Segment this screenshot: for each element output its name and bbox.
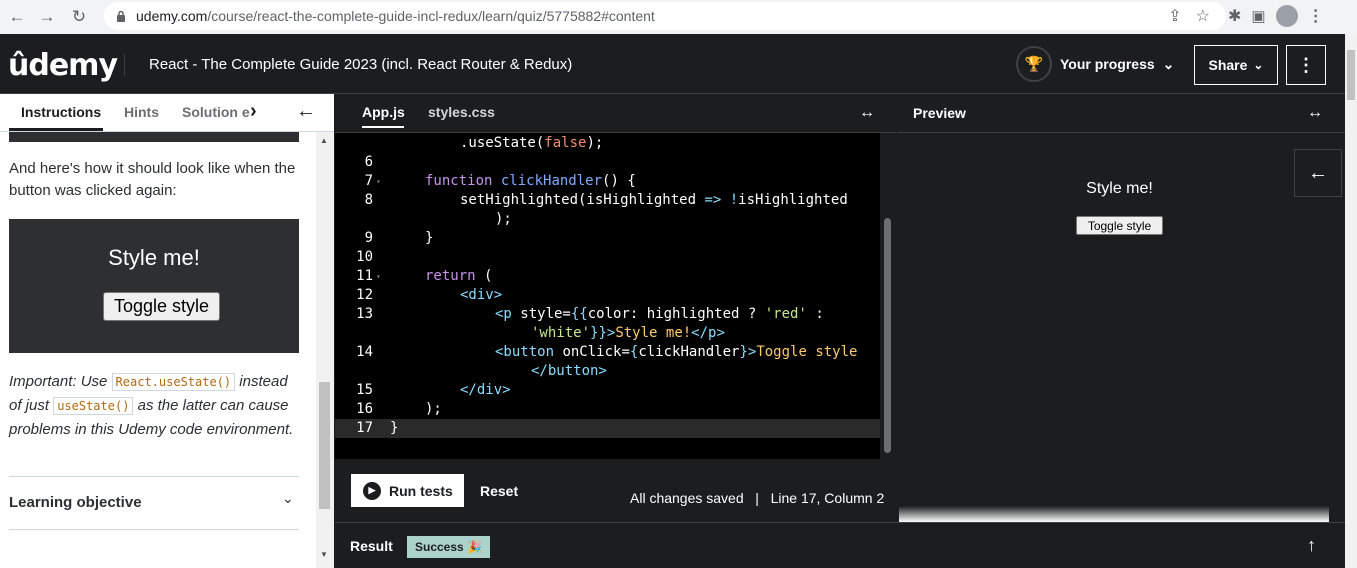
- editor-tabs: App.js styles.css ↔: [335, 94, 896, 133]
- chevron-down-icon: ⌄: [1253, 58, 1264, 72]
- chevron-down-icon: ⌄: [1162, 55, 1175, 72]
- share-button[interactable]: Share ⌄: [1194, 45, 1278, 85]
- more-options-icon[interactable]: ⋮: [1286, 45, 1326, 85]
- progress-button[interactable]: 🏆 Your progress ⌄: [1016, 46, 1174, 82]
- code-usestate: useState(): [53, 397, 134, 415]
- reload-icon[interactable]: ↻: [64, 2, 94, 32]
- play-icon: ▶: [363, 481, 381, 500]
- important-note: Important: Use React.useState() instead …: [9, 373, 294, 438]
- result-bar[interactable]: Result Success 🎉 ↑: [335, 522, 1345, 568]
- reset-button[interactable]: Reset: [480, 483, 518, 499]
- course-title[interactable]: React - The Complete Guide 2023 (incl. R…: [149, 56, 572, 73]
- run-tests-button[interactable]: ▶ Run tests: [351, 474, 464, 507]
- page-scrollbar[interactable]: [1345, 34, 1357, 568]
- arrow-up-icon[interactable]: ↑: [1307, 535, 1316, 556]
- example-text: Style me!: [108, 245, 200, 270]
- current-line-highlight: [335, 419, 880, 438]
- lock-icon: [114, 9, 128, 23]
- udemy-logo[interactable]: ûdemy: [8, 48, 118, 83]
- run-tests-label: Run tests: [389, 482, 453, 499]
- code-editor-panel: App.js styles.css ↔ .useState(false); 6 …: [335, 94, 896, 522]
- trophy-icon: 🏆: [1016, 46, 1052, 82]
- editor-scrollbar[interactable]: [880, 133, 896, 459]
- expand-icon[interactable]: ↔: [1307, 104, 1323, 122]
- scroll-down-icon[interactable]: ▼: [320, 550, 328, 559]
- divider: [9, 476, 299, 477]
- example-button: Toggle style: [103, 292, 220, 321]
- chevron-right-icon[interactable]: ›: [250, 100, 257, 123]
- status-badge: Success 🎉: [407, 536, 490, 558]
- collapse-arrow-icon[interactable]: ←: [296, 100, 316, 123]
- preview-panel: Preview ↔ Style me! Toggle style ←: [897, 94, 1345, 522]
- instructions-panel: Instructions Hints Solution e › ← And he…: [0, 94, 334, 568]
- tab-instructions[interactable]: Instructions: [21, 104, 101, 120]
- preview-toggle-button[interactable]: Toggle style: [1076, 216, 1163, 235]
- back-arrow-icon[interactable]: ←: [1294, 149, 1342, 197]
- expand-icon[interactable]: ↔: [859, 104, 875, 122]
- instructions-content: And here's how it should look like when …: [0, 132, 316, 568]
- editor-footer: ▶ Run tests Reset All changes saved | Li…: [335, 459, 896, 522]
- tab-app-js[interactable]: App.js: [362, 104, 405, 120]
- progress-label: Your progress: [1060, 56, 1155, 72]
- side-panel-icon[interactable]: ▣: [1251, 7, 1265, 25]
- active-tab-indicator: [9, 128, 103, 131]
- extensions-icon[interactable]: ✱: [1228, 6, 1241, 26]
- scroll-up-icon[interactable]: ▲: [320, 136, 328, 145]
- preview-bottom-fade: [899, 506, 1329, 522]
- divider: [9, 529, 299, 530]
- code-react-usestate: React.useState(): [111, 373, 236, 391]
- address-bar[interactable]: udemy.com/course/react-the-complete-guid…: [104, 2, 1226, 30]
- tab-solution[interactable]: Solution e: [182, 104, 250, 120]
- tab-hints[interactable]: Hints: [124, 104, 159, 120]
- example-image-previous: [9, 132, 299, 142]
- back-icon[interactable]: ←: [2, 2, 32, 32]
- browser-toolbar: ← → ↻ udemy.com/course/react-the-complet…: [0, 0, 1357, 34]
- learning-objective-toggle[interactable]: Learning objective: [9, 494, 142, 511]
- bookmark-star-icon[interactable]: ☆: [1196, 6, 1210, 26]
- browser-menu-icon[interactable]: ⋮: [1308, 6, 1324, 26]
- code-area[interactable]: .useState(false); 6 7 ▾ function clickHan…: [335, 133, 880, 453]
- tab-styles-css[interactable]: styles.css: [428, 104, 495, 120]
- instruction-text: And here's how it should look like when …: [9, 160, 296, 199]
- course-header: ûdemy React - The Complete Guide 2023 (i…: [0, 34, 1357, 94]
- scroll-thumb[interactable]: [319, 382, 330, 509]
- divider: [897, 132, 1345, 133]
- chevron-down-icon[interactable]: ⌄: [282, 490, 294, 507]
- profile-avatar[interactable]: [1275, 5, 1298, 27]
- active-tab-indicator: [362, 126, 404, 128]
- preview-text: Style me!: [1086, 180, 1153, 197]
- share-page-icon[interactable]: ⇪: [1168, 6, 1181, 26]
- header-divider: [124, 54, 125, 76]
- result-label: Result: [350, 538, 393, 554]
- url-text: udemy.com/course/react-the-complete-guid…: [136, 8, 655, 24]
- forward-icon[interactable]: →: [32, 2, 62, 32]
- instructions-scrollbar[interactable]: ▲ ▼: [316, 132, 334, 568]
- example-image: Style me! Toggle style: [9, 219, 299, 353]
- editor-status: All changes saved | Line 17, Column 2: [630, 490, 885, 506]
- preview-title: Preview: [913, 105, 966, 121]
- instructions-tabs: Instructions Hints Solution e › ←: [0, 94, 334, 132]
- share-label: Share: [1208, 57, 1248, 73]
